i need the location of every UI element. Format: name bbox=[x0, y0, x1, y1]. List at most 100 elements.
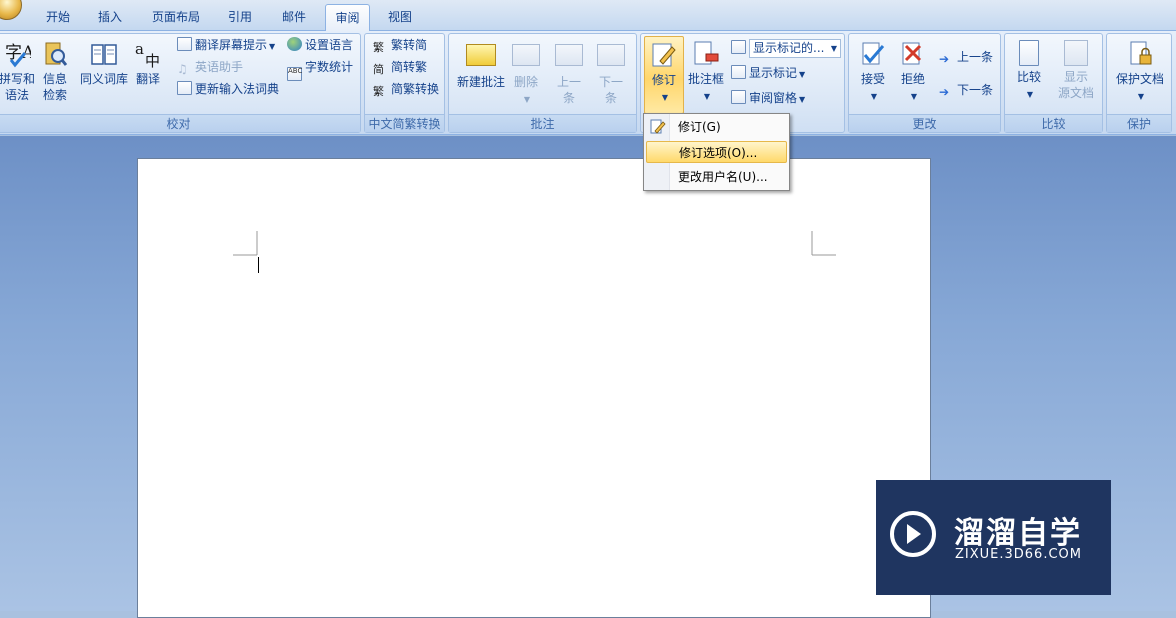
chinese-conversion-group: 繁繁转简 简简转繁 繁简繁转换 中文简繁转换 bbox=[364, 33, 445, 133]
document-page[interactable] bbox=[137, 158, 931, 618]
next-arrow-icon: ➔ bbox=[939, 85, 950, 99]
research-book-icon bbox=[45, 42, 68, 66]
next-comment-icon bbox=[597, 44, 625, 66]
svg-text:中: 中 bbox=[145, 52, 160, 68]
simplified-to-traditional-button[interactable]: 简简转繁 bbox=[373, 58, 427, 77]
new-comment-icon bbox=[466, 44, 496, 66]
thesaurus-book-icon bbox=[91, 44, 117, 65]
translate-screentip-button[interactable]: 翻译屏幕提示 ▼ bbox=[177, 36, 275, 56]
next-comment-button[interactable]: 下一 条 bbox=[595, 40, 627, 106]
dropdown-arrow-icon: ▼ bbox=[1137, 92, 1145, 101]
menu-item-track-changes[interactable]: 修订(G) bbox=[646, 116, 787, 138]
menu-item-change-tracking-options[interactable]: 修订选项(O)... bbox=[646, 141, 787, 163]
dropdown-arrow-icon: ▼ bbox=[523, 95, 531, 104]
new-comment-button[interactable]: 新建批注 bbox=[453, 40, 509, 90]
ribbon: 字A 拼写和 语法 信息 检索 同义词库 a 中 翻译 翻译屏幕提示 ▼ ♫ 英… bbox=[0, 31, 1176, 135]
chinese-conversion-group-label: 中文简繁转换 bbox=[365, 114, 444, 132]
source-documents-icon bbox=[1064, 40, 1088, 66]
changes-group-label: 更改 bbox=[849, 114, 1000, 132]
delete-comment-button[interactable]: 删除 ▼ bbox=[511, 40, 541, 108]
previous-comment-icon bbox=[555, 44, 583, 66]
show-markup-icon bbox=[731, 65, 746, 79]
proofing-group-label: 校对 bbox=[0, 114, 360, 132]
previous-change-button[interactable]: ➔ 上一条 bbox=[939, 48, 993, 66]
dictionary-icon bbox=[177, 81, 192, 95]
t2s-icon: 繁 bbox=[373, 41, 384, 54]
dropdown-arrow-icon: ▼ bbox=[910, 92, 918, 101]
dropdown-arrow-icon: ▼ bbox=[1026, 90, 1034, 99]
changes-group: 接受 ▼ 拒绝 ▼ ➔ 上一条 ➔ 下一条 更改 bbox=[848, 33, 1001, 133]
tab-page-layout[interactable]: 页面布局 bbox=[148, 4, 204, 31]
tab-mailings[interactable]: 邮件 bbox=[276, 4, 312, 31]
spelling-grammar-button[interactable]: 字A 拼写和 语法 bbox=[0, 40, 37, 103]
s2t-icon: 简 bbox=[373, 63, 384, 76]
reviewing-pane-icon bbox=[731, 90, 746, 104]
comments-group: 新建批注 删除 ▼ 上一 条 下一 条 批注 bbox=[448, 33, 637, 133]
display-for-review-icon-wrap bbox=[731, 39, 749, 57]
compare-group: 比较 ▼ 显示 源文档 比较 bbox=[1004, 33, 1103, 133]
dropdown-arrow-icon: ▼ bbox=[703, 92, 711, 101]
watermark-logo: 溜溜自学 ZIXUE.3D66.COM bbox=[876, 480, 1111, 595]
compare-group-label: 比较 bbox=[1005, 114, 1102, 132]
previous-comment-button[interactable]: 上一 条 bbox=[553, 40, 585, 106]
compare-icon bbox=[1019, 40, 1039, 66]
track-changes-icon bbox=[652, 43, 676, 67]
dropdown-arrow-icon: ▼ bbox=[269, 42, 276, 51]
english-assistant-button[interactable]: ♫ 英语助手 bbox=[177, 58, 243, 76]
balloons-icon bbox=[694, 41, 719, 65]
update-ime-dictionary-button[interactable]: 更新输入法词典 bbox=[177, 80, 279, 98]
accept-button[interactable]: 接受 ▼ bbox=[855, 40, 891, 105]
screentip-icon bbox=[177, 37, 192, 51]
delete-comment-icon bbox=[512, 44, 540, 66]
reject-button[interactable]: 拒绝 ▼ bbox=[895, 40, 931, 105]
abc-123-icon: ABC bbox=[287, 67, 302, 81]
proofing-group: 字A 拼写和 语法 信息 检索 同义词库 a 中 翻译 翻译屏幕提示 ▼ ♫ 英… bbox=[0, 33, 361, 133]
crop-mark-top-right bbox=[811, 231, 836, 256]
tab-references[interactable]: 引用 bbox=[222, 4, 258, 31]
traditional-to-simplified-button[interactable]: 繁繁转简 bbox=[373, 36, 427, 55]
dropdown-arrow-icon: ▼ bbox=[799, 95, 806, 104]
dropdown-arrow-icon: ▼ bbox=[799, 70, 806, 79]
word-count-button[interactable]: ABC 字数统计 bbox=[287, 58, 353, 81]
next-change-button[interactable]: ➔ 下一条 bbox=[939, 81, 993, 99]
translate-icon: a 中 bbox=[135, 40, 160, 68]
watermark-brand: 溜溜自学 bbox=[954, 516, 1082, 551]
track-changes-dropdown: 修订(G) 修订选项(O)... 更改用户名(U)... bbox=[643, 113, 790, 191]
tab-home[interactable]: 开始 bbox=[40, 4, 76, 31]
protect-group-label: 保护 bbox=[1107, 114, 1171, 132]
show-markup-button[interactable]: 显示标记 ▼ bbox=[731, 64, 805, 84]
show-source-documents-button[interactable]: 显示 源文档 bbox=[1051, 40, 1101, 101]
tab-insert[interactable]: 插入 bbox=[92, 4, 128, 31]
research-button[interactable]: 信息 检索 bbox=[37, 40, 73, 103]
accept-icon bbox=[862, 42, 885, 65]
track-changes-button[interactable]: 修订 ▼ bbox=[644, 36, 684, 114]
thesaurus-button[interactable]: 同义词库 bbox=[77, 40, 131, 87]
assistant-icon: ♫ bbox=[177, 62, 188, 76]
compare-button[interactable]: 比较 ▼ bbox=[1011, 40, 1047, 103]
previous-arrow-icon: ➔ bbox=[939, 52, 950, 66]
protect-document-button[interactable]: 保护文档 ▼ bbox=[1111, 40, 1169, 105]
dropdown-arrow-icon: ▼ bbox=[870, 92, 878, 101]
dropdown-arrow-icon: ▼ bbox=[830, 44, 837, 53]
menu-item-change-user-name[interactable]: 更改用户名(U)... bbox=[646, 166, 787, 188]
display-for-review-icon bbox=[731, 40, 746, 54]
tab-view[interactable]: 视图 bbox=[382, 4, 418, 31]
svg-text:a: a bbox=[135, 40, 144, 58]
protect-document-icon bbox=[1130, 41, 1152, 65]
dropdown-arrow-icon: ▼ bbox=[661, 93, 669, 102]
globe-icon bbox=[287, 37, 302, 51]
reviewing-pane-button[interactable]: 审阅窗格 ▼ bbox=[731, 89, 805, 109]
set-language-button[interactable]: 设置语言 bbox=[287, 36, 353, 54]
tab-review[interactable]: 审阅 bbox=[325, 4, 370, 32]
ribbon-tab-bar: 开始 插入 页面布局 引用 邮件 审阅 视图 bbox=[0, 0, 1176, 32]
play-triangle-icon bbox=[907, 524, 921, 544]
translate-button[interactable]: a 中 翻译 bbox=[131, 40, 165, 87]
balloons-button[interactable]: 批注框 ▼ bbox=[687, 40, 725, 105]
reject-icon bbox=[902, 42, 922, 65]
conversion-icon: 繁 bbox=[373, 85, 384, 98]
chinese-conversion-button[interactable]: 繁简繁转换 bbox=[373, 80, 439, 99]
text-cursor bbox=[258, 257, 259, 273]
office-button[interactable] bbox=[0, 0, 22, 20]
comments-group-label: 批注 bbox=[449, 114, 636, 132]
display-for-review-combo[interactable]: 显示标记的... ▼ bbox=[749, 39, 841, 58]
